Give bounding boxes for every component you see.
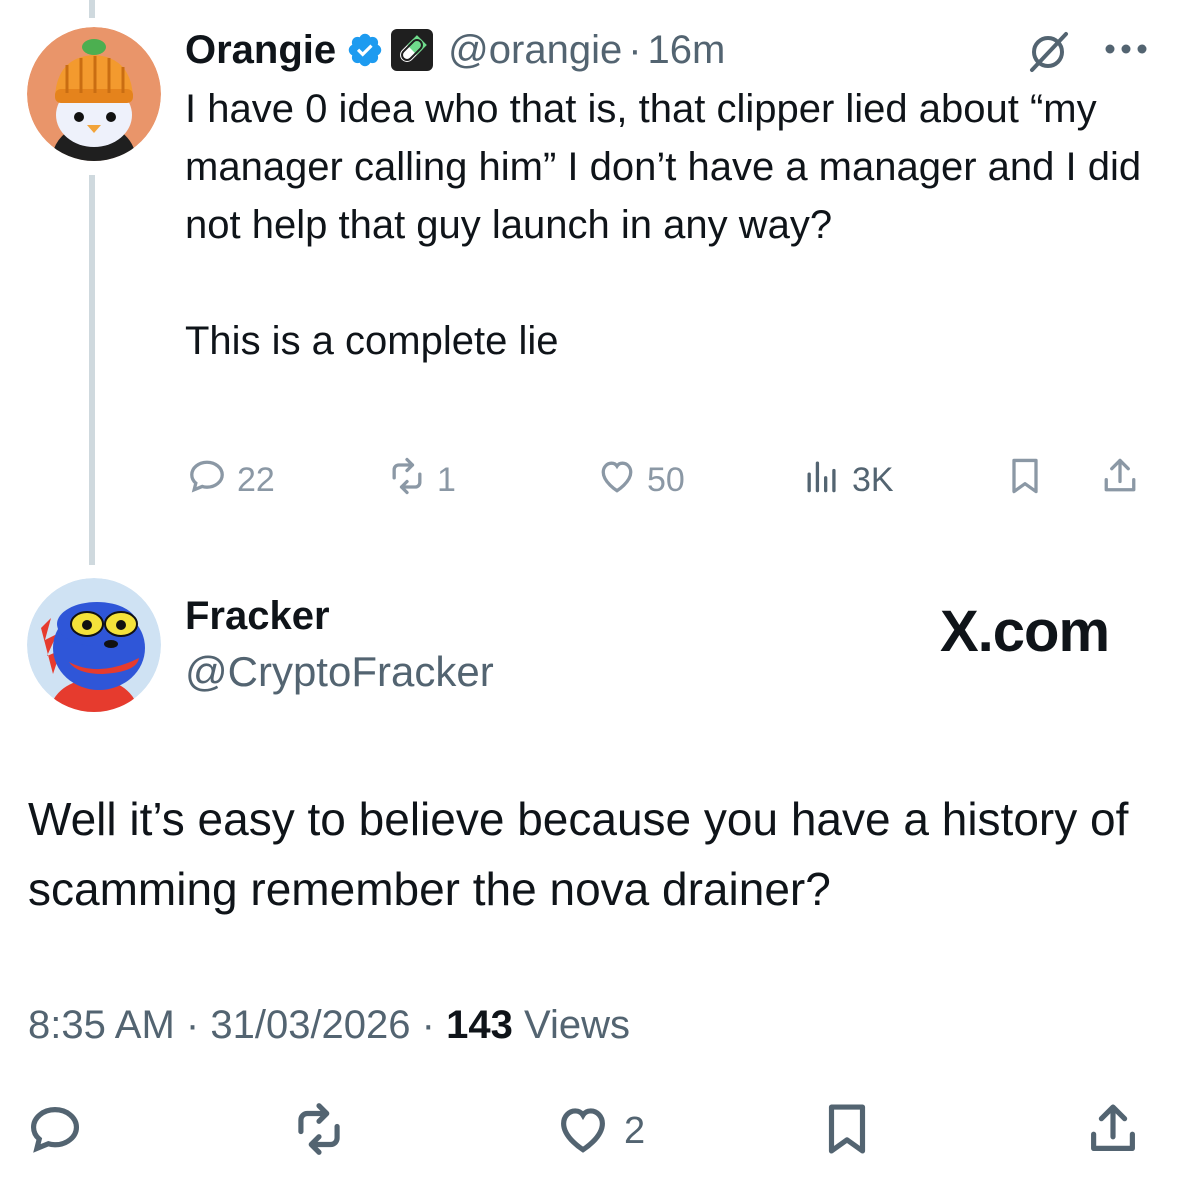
display-name[interactable]: Fracker [185,594,330,639]
separator: · [628,27,642,72]
like-icon [595,454,639,507]
separator: · [185,1003,200,1047]
tweet-date[interactable]: 31/03/2026 [210,1003,410,1047]
views-stat[interactable]: 3K [800,454,894,507]
display-name[interactable]: Orangie [185,28,336,73]
x-watermark: X.com [940,599,1110,664]
orangie-avatar[interactable] [27,27,161,161]
fracker-avatar[interactable] [27,578,161,712]
tweet-time[interactable]: 8:35 AM [28,1003,175,1047]
share-button[interactable] [1082,1098,1144,1165]
thread-line-top [89,0,95,18]
handle[interactable]: @orangie [448,28,622,73]
share-stat[interactable] [1098,454,1142,507]
views-count: 3K [852,461,894,499]
share-icon [1082,1104,1144,1164]
like-icon [552,1098,614,1165]
bookmark-icon [816,1104,878,1164]
pill-icon [390,28,434,72]
verified-badge-icon [346,31,384,69]
reply-count: 22 [237,461,275,499]
reply-icon [185,454,229,507]
views-icon [800,454,844,507]
reply-stat[interactable]: 22 [185,454,275,507]
repost-count: 1 [437,461,456,499]
repost-stat[interactable]: 1 [385,454,456,507]
views-count: 143 [446,1003,513,1047]
main-tweet-text: Well it’s easy to believe because you ha… [28,793,1129,915]
like-button[interactable]: 2 [552,1098,645,1165]
tweet-meta: 8:35 AM · 31/03/2026 · 143 Views [28,1003,630,1048]
bookmark-icon [1003,454,1047,507]
parent-tweet-text: I have 0 idea who that is, that clipper … [185,87,1142,363]
repost-button[interactable] [288,1098,350,1165]
like-count: 50 [647,461,685,499]
like-count: 2 [624,1110,646,1152]
timestamp[interactable]: 16m [648,28,726,73]
reply-icon [24,1107,86,1164]
repost-icon [385,454,429,507]
separator: · [421,1003,435,1047]
views-label: Views [524,1003,630,1047]
bookmark-stat[interactable] [1003,454,1047,507]
thread-line [89,175,95,565]
like-stat[interactable]: 50 [595,454,685,507]
parent-tweet-header: Orangie @orangie · 16m [185,24,725,76]
repost-icon [288,1103,350,1164]
share-icon [1098,454,1142,507]
reply-button[interactable] [24,1098,86,1165]
bookmark-button[interactable] [816,1098,878,1165]
handle[interactable]: @CryptoFracker [185,648,494,696]
grok-icon[interactable] [1024,28,1072,81]
more-icon[interactable] [1104,42,1148,61]
